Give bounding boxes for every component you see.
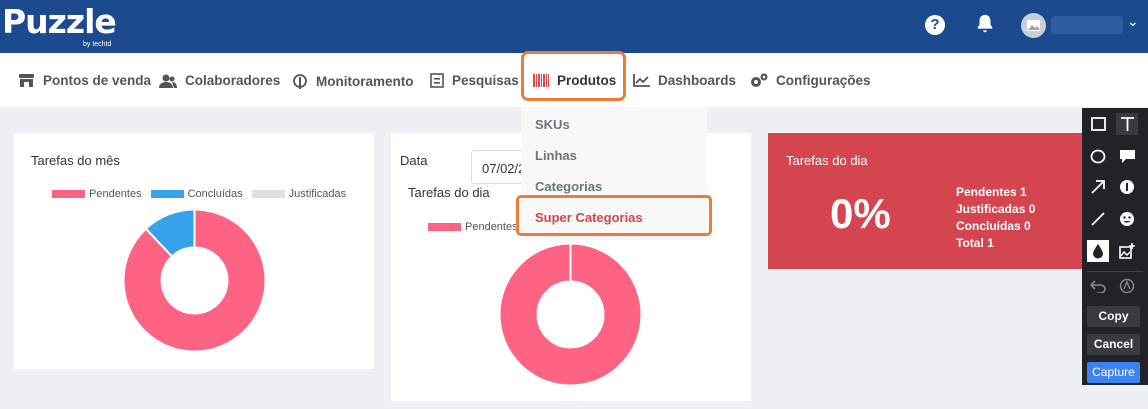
nav-colaboradores[interactable]: Colaboradores [159, 73, 280, 88]
arrow-tool-icon[interactable] [1087, 176, 1109, 198]
legend-swatch-justificadas [251, 190, 285, 198]
bell-icon[interactable] [974, 13, 996, 35]
brand-sub: by techtd [83, 41, 112, 48]
legend-swatch-concluidas [150, 190, 184, 198]
nav-pontos-de-venda[interactable]: Pontos de venda [18, 73, 151, 88]
ellipse-tool-icon[interactable] [1087, 145, 1109, 167]
nav-pesquisas[interactable]: Pesquisas [430, 73, 519, 88]
stat-justificadas: Justificadas 0 [956, 202, 1036, 216]
legend-label-justificadas: Justificadas [288, 188, 347, 200]
stat-concluidas: Concluídas 0 [956, 219, 1031, 233]
card-tarefas-mes: Tarefas do mês Pendentes Concluídas Just… [14, 133, 374, 369]
card-title: Tarefas do dia [408, 185, 490, 200]
nav-label: Dashboards [658, 73, 737, 88]
legend-label-pendentes: Pendentes [89, 188, 142, 200]
nav-monitoramento[interactable]: Monitoramento [292, 73, 414, 89]
callout-tool-icon[interactable] [1116, 145, 1138, 167]
card-title: Tarefas do mês [31, 153, 120, 168]
chevron-down-icon[interactable]: ⌄ [1127, 13, 1139, 30]
cogs-icon [751, 73, 768, 87]
super-categorias-highlight-box [516, 195, 712, 236]
chart-legend: Pendentes [428, 221, 518, 233]
line-tool-icon[interactable] [1087, 208, 1109, 230]
donut-chart-month [124, 210, 265, 351]
nav-configuracoes[interactable]: Configurações [750, 73, 871, 88]
capture-button[interactable]: Capture [1087, 362, 1140, 383]
line-chart-icon [633, 74, 650, 87]
nav-label: Colaboradores [185, 73, 281, 88]
pie-slice-concludas[interactable] [146, 210, 196, 257]
legend-swatch-pendentes [52, 190, 85, 198]
text-tool-icon[interactable] [1116, 113, 1138, 135]
dropdown-item-categorias[interactable]: Categorias [535, 179, 602, 194]
add-image-tool-icon[interactable] [1116, 240, 1138, 262]
summary-card: Tarefas do dia 0% Pendentes 1 Justificad… [768, 133, 1135, 269]
summary-title: Tarefas do dia [786, 153, 868, 168]
nav-label: Pontos de venda [43, 73, 152, 88]
nav-dashboards[interactable]: Dashboards [633, 73, 736, 88]
store-icon [19, 73, 34, 87]
dropdown-item-skus[interactable]: SKUs [535, 117, 570, 132]
blur-tool-icon[interactable] [1087, 240, 1109, 262]
stat-pendentes: Pendentes 1 [956, 185, 1027, 199]
emoji-tool-icon[interactable] [1116, 208, 1138, 230]
users-icon [159, 74, 177, 88]
user-name-blurred[interactable] [1051, 16, 1123, 34]
copy-button[interactable]: Copy [1087, 306, 1140, 327]
summary-stats: Pendentes 1 Justificadas 0 Concluídas 0 … [956, 184, 1035, 252]
top-bar: Puzzle by techtd ? ⌄ [0, 0, 1148, 53]
date-label: Data [400, 153, 428, 168]
undo-icon[interactable] [1087, 275, 1109, 297]
stat-total: Total 1 [956, 236, 994, 250]
capture-toolbar: Copy Cancel Capture [1082, 108, 1148, 385]
broadcast-icon [293, 74, 307, 89]
legend-label-concluidas: Concluídas [187, 188, 243, 200]
cancel-button[interactable]: Cancel [1087, 334, 1140, 355]
rectangle-tool-icon[interactable] [1087, 113, 1109, 135]
auto-annotate-icon[interactable] [1116, 275, 1138, 297]
produtos-highlight-box [521, 51, 626, 101]
brand-logo[interactable]: Puzzle [2, 2, 117, 42]
dropdown-item-linhas[interactable]: Linhas [535, 148, 577, 163]
chart-legend: Pendentes Concluídas Justificadas [52, 188, 346, 200]
survey-icon [430, 73, 444, 88]
legend-swatch-pendentes [428, 223, 461, 231]
avatar[interactable] [1021, 13, 1046, 38]
nav-label: Configurações [776, 73, 871, 88]
help-icon[interactable]: ? [925, 15, 945, 35]
toolbar-divider [1087, 271, 1143, 272]
nav-label: Monitoramento [316, 73, 414, 89]
legend-label-pendentes: Pendentes [465, 221, 518, 233]
number-badge-tool-icon[interactable] [1116, 176, 1138, 198]
nav-label: Pesquisas [452, 73, 519, 88]
summary-percent: 0% [830, 190, 891, 237]
donut-chart-day [500, 244, 641, 385]
